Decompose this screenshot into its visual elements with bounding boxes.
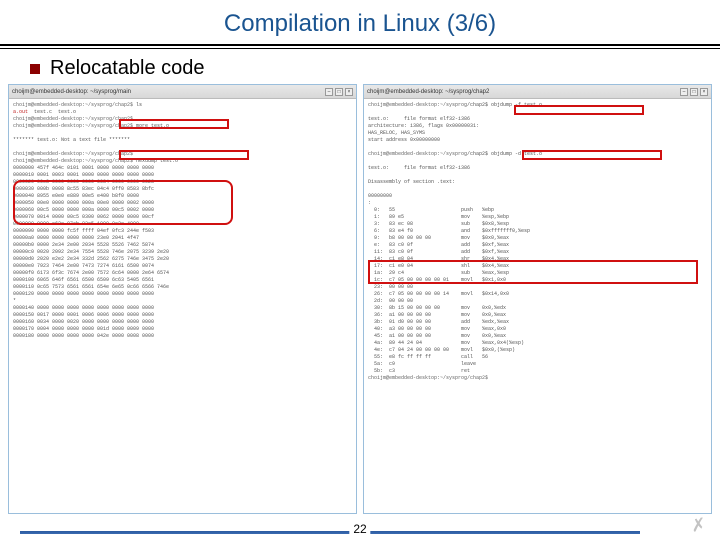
bullet-text: Relocatable code: [50, 57, 205, 80]
window-controls: – □ ×: [680, 88, 708, 96]
close-icon[interactable]: ×: [700, 88, 708, 96]
divider: [0, 44, 720, 46]
terminal-output: choijm@embedded-desktop:~/sysprog/chap2$…: [9, 99, 356, 343]
logo-icon: ✗: [690, 514, 708, 537]
window-titlebar: choijm@embedded-desktop: ~/sysprog/chap2…: [364, 85, 711, 99]
maximize-icon[interactable]: □: [335, 88, 343, 96]
page-number: 22: [349, 522, 370, 536]
maximize-icon[interactable]: □: [690, 88, 698, 96]
bullet-icon: [30, 64, 40, 74]
close-icon[interactable]: ×: [345, 88, 353, 96]
window-controls: – □ ×: [325, 88, 353, 96]
terminal-window-left: choijm@embedded-desktop: ~/sysprog/main …: [8, 84, 357, 514]
window-titlebar: choijm@embedded-desktop: ~/sysprog/main …: [9, 85, 356, 99]
terminal-window-right: choijm@embedded-desktop: ~/sysprog/chap2…: [363, 84, 712, 514]
terminal-output: choijm@embedded-desktop:~/sysprog/chap2$…: [364, 99, 711, 385]
minimize-icon[interactable]: –: [325, 88, 333, 96]
divider: [0, 48, 720, 49]
window-title: choijm@embedded-desktop: ~/sysprog/main: [12, 89, 131, 95]
window-title: choijm@embedded-desktop: ~/sysprog/chap2: [367, 89, 489, 95]
slide-footer: 22: [0, 531, 720, 534]
minimize-icon[interactable]: –: [680, 88, 688, 96]
bullet-item: Relocatable code: [0, 57, 720, 80]
footer-rule: [20, 531, 640, 534]
slide-title: Compilation in Linux (3/6): [0, 0, 720, 44]
